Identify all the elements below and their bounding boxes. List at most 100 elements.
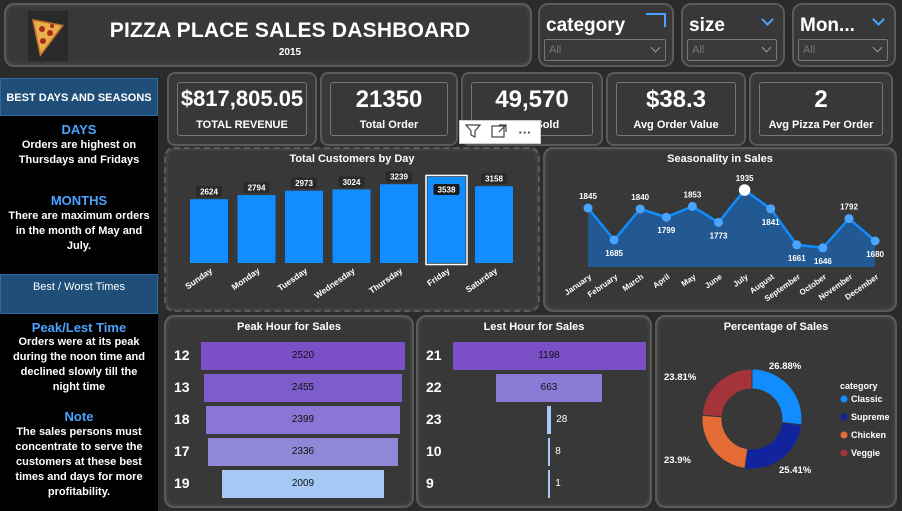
slicer-accent-icon	[646, 13, 666, 27]
data-label: 3158	[485, 175, 503, 184]
data-point	[844, 214, 854, 224]
hour-bar	[546, 406, 552, 434]
data-label: 8	[555, 446, 561, 457]
chart-seasonality[interactable]: Seasonality in Sales 1845 January 1685 Febr…	[543, 147, 897, 312]
data-label: 3239	[390, 173, 408, 182]
x-tick-label: Sunday	[183, 265, 214, 291]
slice-classic	[751, 368, 803, 426]
days-heading: DAYS	[61, 122, 97, 137]
legend-title: category	[840, 381, 878, 391]
x-tick-label: Wednesday	[312, 265, 357, 300]
x-tick-label: February	[586, 272, 620, 299]
data-label: 1853	[684, 190, 702, 199]
slice-label: 26.88%	[769, 361, 802, 372]
data-label: 1845	[579, 192, 597, 201]
data-point	[635, 204, 645, 214]
slicer-category[interactable]: category All	[538, 3, 674, 67]
kpi-label: Avg Order Value	[633, 119, 719, 131]
legend-marker	[840, 431, 848, 439]
chart-customers-by-day[interactable]: Total Customers by Day 2624 Sunday 2794 Mon…	[164, 147, 540, 312]
months-text: There are maximum orders in the month of…	[8, 210, 150, 252]
legend-marker	[840, 395, 848, 403]
chart-peak-hour[interactable]: Peak Hour for Sales 12 2520 13 2455 18 2399 17…	[164, 315, 414, 508]
hour-label: 19	[174, 475, 190, 491]
slicer-dropdown[interactable]: All	[798, 39, 888, 61]
hour-bar: 2009	[221, 470, 385, 498]
legend-marker	[840, 449, 848, 457]
legend-item: Supreme	[851, 412, 890, 422]
slicer-dropdown[interactable]: All	[687, 39, 777, 61]
kpi-value: $817,805.05	[180, 86, 304, 111]
donut-chart: 26.88% 25.41% 23.9% 23.81% category Classic Su…	[664, 361, 890, 476]
lest-bar-chart: 21 1198 22 663 23 28 10 8 9 1	[418, 317, 650, 506]
sidebar-head-best-days: BEST DAYS AND SEASONS	[0, 78, 158, 116]
slice-supreme	[744, 421, 803, 470]
days-text: Orders are highest on Thursdays and Frid…	[18, 139, 140, 166]
title-panel: PIZZA PLACE SALES DASHBOARD 2015	[4, 3, 532, 67]
note-heading: Note	[64, 409, 94, 424]
note-text: The sales persons must concentrate to se…	[15, 426, 143, 498]
slicer-dropdown[interactable]: All	[544, 39, 666, 61]
slice-veggie	[701, 368, 753, 418]
slice-chicken	[701, 414, 749, 470]
data-label: 1646	[814, 257, 832, 266]
slicer-size[interactable]: size All	[681, 3, 785, 67]
data-label: 1792	[840, 203, 858, 212]
slicer-label: category	[546, 15, 626, 36]
kpi-total-revenue: $817,805.05 TOTAL REVENUE	[167, 72, 317, 146]
months-heading: MONTHS	[50, 193, 108, 208]
hour-bar	[547, 438, 551, 466]
data-point	[609, 235, 619, 245]
kpi-label: TOTAL REVENUE	[196, 119, 288, 131]
hour-bar: 2520	[201, 342, 405, 370]
data-point	[870, 236, 880, 246]
hour-bar: 2336	[208, 438, 398, 466]
bar-sunday	[190, 199, 228, 263]
dropdown-value: All	[549, 44, 562, 56]
kpi-label: Avg Pizza Per Order	[768, 119, 874, 131]
sidebar-head-times: Best / Worst Times	[0, 274, 158, 314]
visual-toolbar: ···	[459, 120, 541, 144]
filter-icon[interactable]	[462, 124, 484, 142]
hour-label: 23	[426, 411, 442, 427]
data-label: 1198	[538, 350, 560, 361]
bar-wednesday	[332, 189, 371, 263]
data-point	[661, 212, 671, 222]
data-point	[792, 240, 802, 250]
hour-label: 22	[426, 379, 442, 395]
slice-label: 23.9%	[664, 455, 691, 466]
data-point	[583, 203, 593, 213]
focus-mode-icon[interactable]	[488, 124, 510, 142]
kpi-label: Total Order	[359, 119, 419, 131]
dropdown-value: All	[803, 44, 816, 56]
data-label: 663	[540, 382, 558, 393]
data-point	[714, 217, 723, 227]
hour-label: 10	[426, 443, 442, 459]
chevron-down-icon	[872, 13, 885, 26]
bar-tuesday	[285, 190, 323, 263]
peak-heading: Peak/Lest Time	[31, 320, 127, 335]
slicer-label: size	[689, 15, 725, 36]
bar-thursday	[380, 184, 418, 263]
slice-label: 25.41%	[779, 465, 812, 476]
data-label: 3538	[438, 185, 456, 194]
slicer-month[interactable]: Mon... All	[792, 3, 896, 67]
bar-saturday	[475, 186, 513, 263]
page-title: PIZZA PLACE SALES DASHBOARD	[109, 19, 471, 42]
hour-label: 17	[174, 443, 190, 459]
data-label: 2520	[291, 350, 315, 361]
more-options-icon[interactable]: ···	[514, 124, 536, 142]
data-label: 1773	[710, 231, 728, 240]
kpi-avg-order-value: $38.3 Avg Order Value	[606, 72, 746, 146]
x-tick-label: Tuesday	[276, 265, 310, 293]
hour-label: 18	[174, 411, 190, 427]
data-label: 2336	[291, 446, 315, 457]
hour-bar: 1198	[452, 342, 646, 370]
legend-item: Chicken	[851, 430, 886, 440]
data-label: 28	[556, 414, 568, 425]
chart-lest-hour[interactable]: Lest Hour for Sales 21 1198 22 663 23 28 10 8 9 1	[416, 315, 652, 508]
chart-percentage-of-sales[interactable]: Percentage of Sales 26.88% 25.41% 23.9% 23.…	[655, 315, 897, 508]
hour-bar: 663	[495, 374, 603, 402]
kpi-value: 2	[814, 86, 828, 113]
kpi-avg-pizza-per-order: 2 Avg Pizza Per Order	[749, 72, 893, 146]
